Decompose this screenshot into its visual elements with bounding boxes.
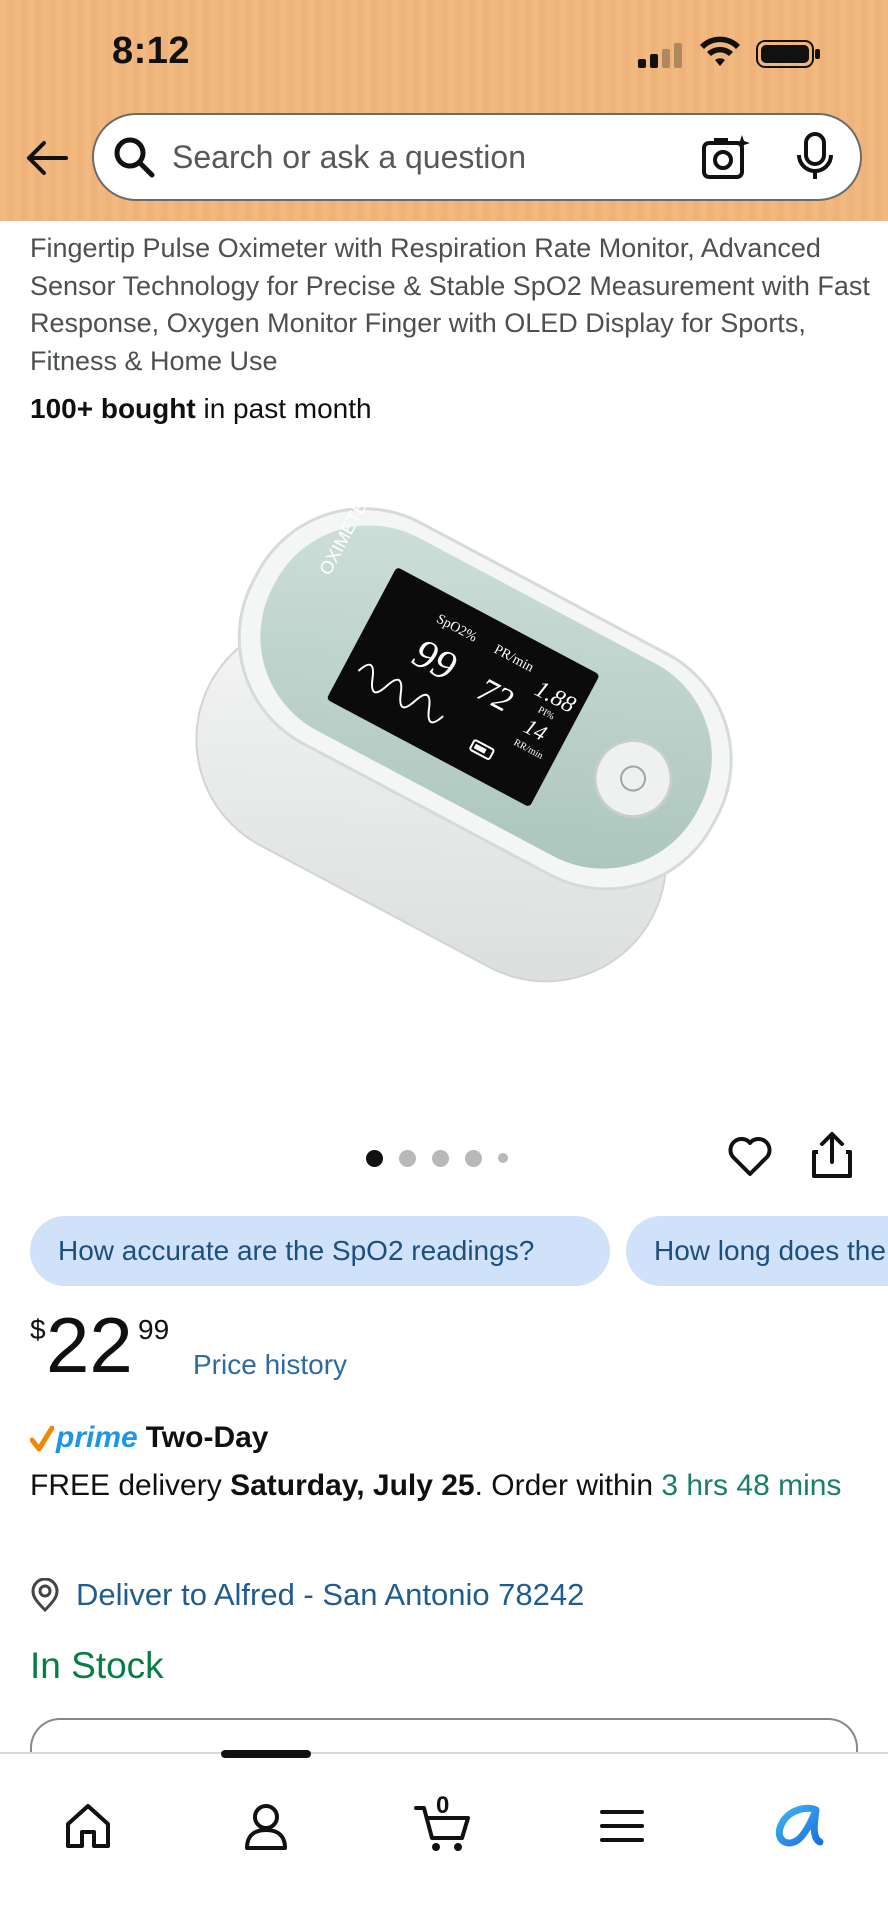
bought-count-bold: 100+ bought [30, 393, 196, 424]
deliver-to-link[interactable]: Deliver to Alfred - San Antonio 78242 [30, 1575, 584, 1615]
search-input[interactable]: Search or ask a question [172, 139, 526, 176]
home-icon[interactable] [60, 1798, 116, 1854]
arrow-left-icon [27, 141, 68, 175]
carousel-dot[interactable] [366, 1149, 383, 1167]
microphone-icon[interactable] [794, 131, 836, 183]
menu-icon[interactable] [594, 1798, 650, 1854]
active-tab-indicator [221, 1750, 311, 1758]
header: 8:12 Search or ask a question [0, 0, 888, 221]
carousel-dots[interactable] [366, 1148, 524, 1168]
bottom-nav: 0 [0, 1750, 888, 1920]
account-icon[interactable] [238, 1798, 294, 1854]
two-day-label: Two-Day [145, 1421, 269, 1454]
prime-check-icon [30, 1425, 54, 1452]
price-currency: $ [30, 1314, 46, 1345]
carousel-dot[interactable] [465, 1149, 482, 1167]
question-chip[interactable]: How accurate are the SpO2 readings? [30, 1216, 610, 1286]
location-pin-icon [31, 1578, 59, 1612]
carousel-dot[interactable] [432, 1149, 449, 1167]
status-time: 8:12 [112, 30, 191, 72]
search-icon [114, 137, 155, 178]
product-image[interactable]: OXIMETER SpO2% PR/min 99 72 1.88 PI% 14 … [150, 455, 740, 1075]
free-delivery-text: FREE delivery [30, 1469, 231, 1502]
share-icon[interactable] [810, 1130, 854, 1180]
bought-count: 100+ bought in past month [30, 393, 372, 425]
delivery-date: Saturday, July 25 [230, 1469, 475, 1502]
cellular-signal-icon [638, 42, 686, 68]
price-whole: 22 [46, 1301, 133, 1389]
camera-search-icon[interactable] [700, 133, 750, 183]
carousel-dot[interactable] [498, 1153, 508, 1163]
search-bar[interactable]: Search or ask a question [92, 113, 862, 201]
question-chip[interactable]: How long does the [626, 1216, 888, 1286]
deliver-to-text[interactable]: Deliver to Alfred - San Antonio 78242 [76, 1577, 584, 1613]
heart-icon[interactable] [726, 1132, 774, 1180]
cart-button[interactable]: 0 [414, 1792, 474, 1854]
wifi-icon [700, 36, 740, 66]
price-history-link[interactable]: Price history [193, 1349, 347, 1381]
order-countdown: 3 hrs 48 mins [661, 1469, 842, 1502]
bought-count-suffix: in past month [195, 393, 372, 424]
carousel-dot[interactable] [399, 1149, 416, 1167]
prime-label: prime [56, 1421, 138, 1454]
rufus-ai-icon[interactable] [772, 1798, 828, 1854]
prime-badge: prime Two-Day [30, 1418, 269, 1458]
product-title[interactable]: Fingertip Pulse Oximeter with Respiratio… [30, 230, 870, 380]
price-fraction: 99 [138, 1314, 170, 1345]
cart-count: 0 [436, 1792, 450, 1819]
order-within-text: . Order within [474, 1469, 662, 1502]
battery-icon [756, 40, 820, 68]
delivery-info: FREE delivery Saturday, July 25. Order w… [30, 1465, 860, 1507]
back-button[interactable] [18, 130, 74, 186]
stock-status: In Stock [30, 1645, 164, 1686]
